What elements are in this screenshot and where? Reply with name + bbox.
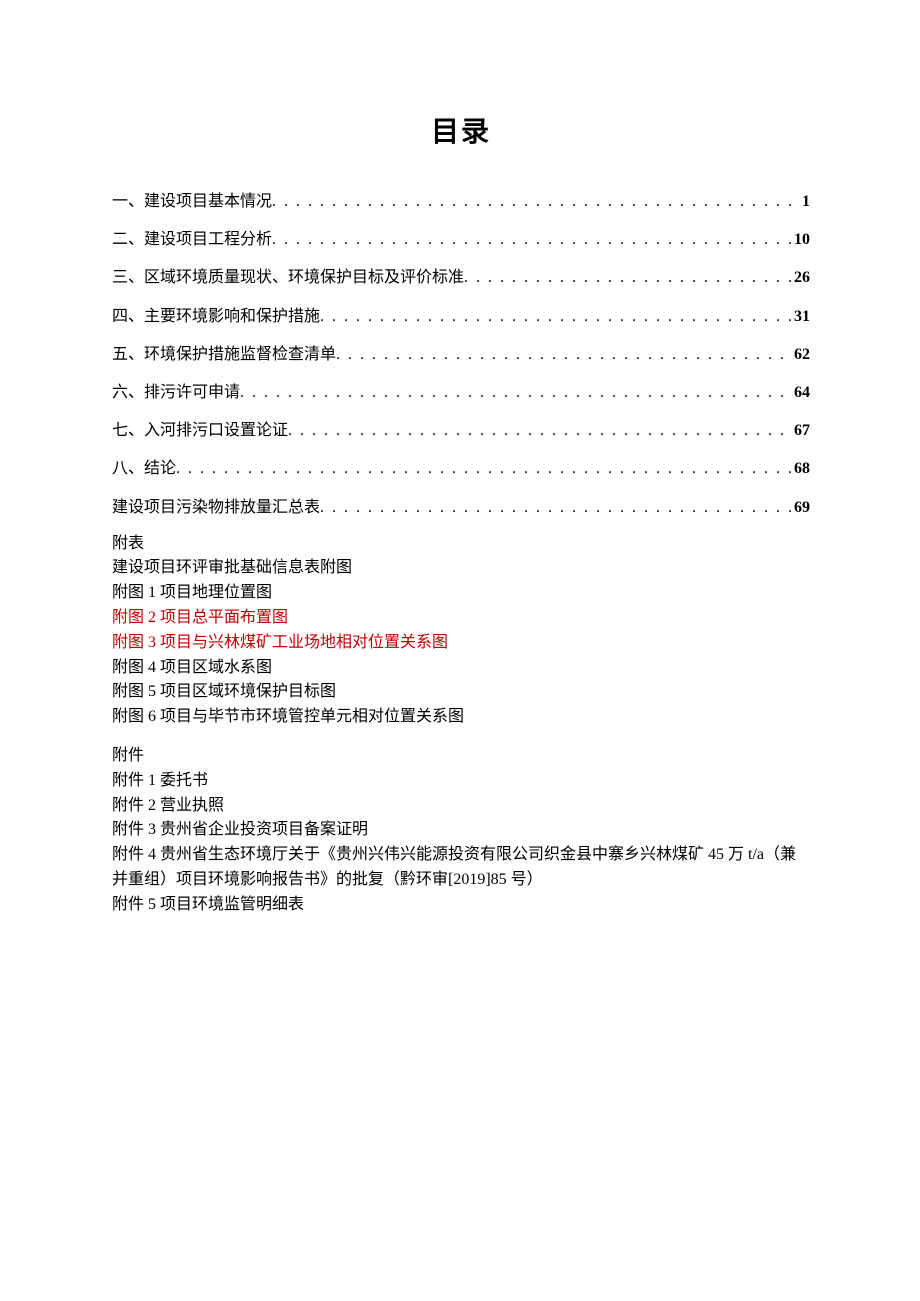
figure-item: 附图 3 项目与兴林煤矿工业场地相对位置关系图 (112, 631, 810, 656)
toc-leader-dots (176, 459, 792, 478)
attachment-item: 附件 3 贵州省企业投资项目备案证明 (112, 818, 810, 843)
toc-entry-page: 68 (792, 459, 810, 478)
toc-entry: 建设项目污染物排放量汇总表 69 (112, 498, 810, 517)
figure-item: 附图 4 项目区域水系图 (112, 656, 810, 681)
toc-entry-label: 五、环境保护措施监督检查清单 (112, 345, 336, 364)
toc-entry-label: 四、主要环境影响和保护措施 (112, 307, 320, 326)
document-page: 目录 一、建设项目基本情况 1 二、建设项目工程分析 10 三、区域环境质量现状… (0, 0, 920, 1301)
toc-entry-label: 建设项目污染物排放量汇总表 (112, 498, 320, 517)
toc-leader-dots (320, 498, 792, 517)
toc-leader-dots (320, 307, 792, 326)
toc-leader-dots (272, 192, 800, 211)
toc-entry-label: 七、入河排污口设置论证 (112, 421, 288, 440)
toc-entry: 五、环境保护措施监督检查清单 62 (112, 345, 810, 364)
toc-entry-page: 69 (792, 498, 810, 517)
toc-entry-label: 八、结论 (112, 459, 176, 478)
toc-entry-page: 64 (792, 383, 810, 402)
toc-leader-dots (272, 230, 792, 249)
attachment-item: 附件 4 贵州省生态环境厅关于《贵州兴伟兴能源投资有限公司织金县中寨乡兴林煤矿 … (112, 843, 810, 893)
toc-leader-dots (464, 268, 792, 287)
toc-entry-page: 62 (792, 345, 810, 364)
toc-entry-label: 六、排污许可申请 (112, 383, 240, 402)
toc-entry: 八、结论 68 (112, 459, 810, 478)
toc-entry-label: 一、建设项目基本情况 (112, 192, 272, 211)
toc-entry-label: 三、区域环境质量现状、环境保护目标及评价标准 (112, 268, 464, 287)
toc-entry: 三、区域环境质量现状、环境保护目标及评价标准 26 (112, 268, 810, 287)
toc-title: 目录 (112, 110, 810, 150)
toc-entry-label: 二、建设项目工程分析 (112, 230, 272, 249)
figure-item: 附图 5 项目区域环境保护目标图 (112, 680, 810, 705)
attachment-item: 附件 1 委托书 (112, 769, 810, 794)
figure-item: 附图 6 项目与毕节市环境管控单元相对位置关系图 (112, 705, 810, 730)
toc-leader-dots (240, 383, 792, 402)
toc-entry-page: 26 (792, 268, 810, 287)
appendix-tables-heading: 附表 (112, 532, 810, 557)
toc-entry-page: 1 (800, 192, 810, 211)
attachment-item: 附件 2 营业执照 (112, 794, 810, 819)
appendix-tables-line: 建设项目环评审批基础信息表附图 (112, 556, 810, 581)
attachments-section: 附件 附件 1 委托书 附件 2 营业执照 附件 3 贵州省企业投资项目备案证明… (112, 744, 810, 918)
toc-entry: 七、入河排污口设置论证 67 (112, 421, 810, 440)
toc-leader-dots (288, 421, 792, 440)
table-of-contents: 一、建设项目基本情况 1 二、建设项目工程分析 10 三、区域环境质量现状、环境… (112, 192, 810, 517)
attachments-heading: 附件 (112, 744, 810, 769)
figure-item: 附图 2 项目总平面布置图 (112, 606, 810, 631)
toc-entry: 二、建设项目工程分析 10 (112, 230, 810, 249)
toc-entry-page: 67 (792, 421, 810, 440)
toc-entry: 一、建设项目基本情况 1 (112, 192, 810, 211)
appendix-tables-section: 附表 建设项目环评审批基础信息表附图 附图 1 项目地理位置图 附图 2 项目总… (112, 532, 810, 730)
figure-item: 附图 1 项目地理位置图 (112, 581, 810, 606)
toc-entry-page: 31 (792, 307, 810, 326)
toc-leader-dots (336, 345, 792, 364)
attachment-item: 附件 5 项目环境监管明细表 (112, 893, 810, 918)
toc-entry-page: 10 (792, 230, 810, 249)
toc-entry: 四、主要环境影响和保护措施 31 (112, 307, 810, 326)
toc-entry: 六、排污许可申请 64 (112, 383, 810, 402)
